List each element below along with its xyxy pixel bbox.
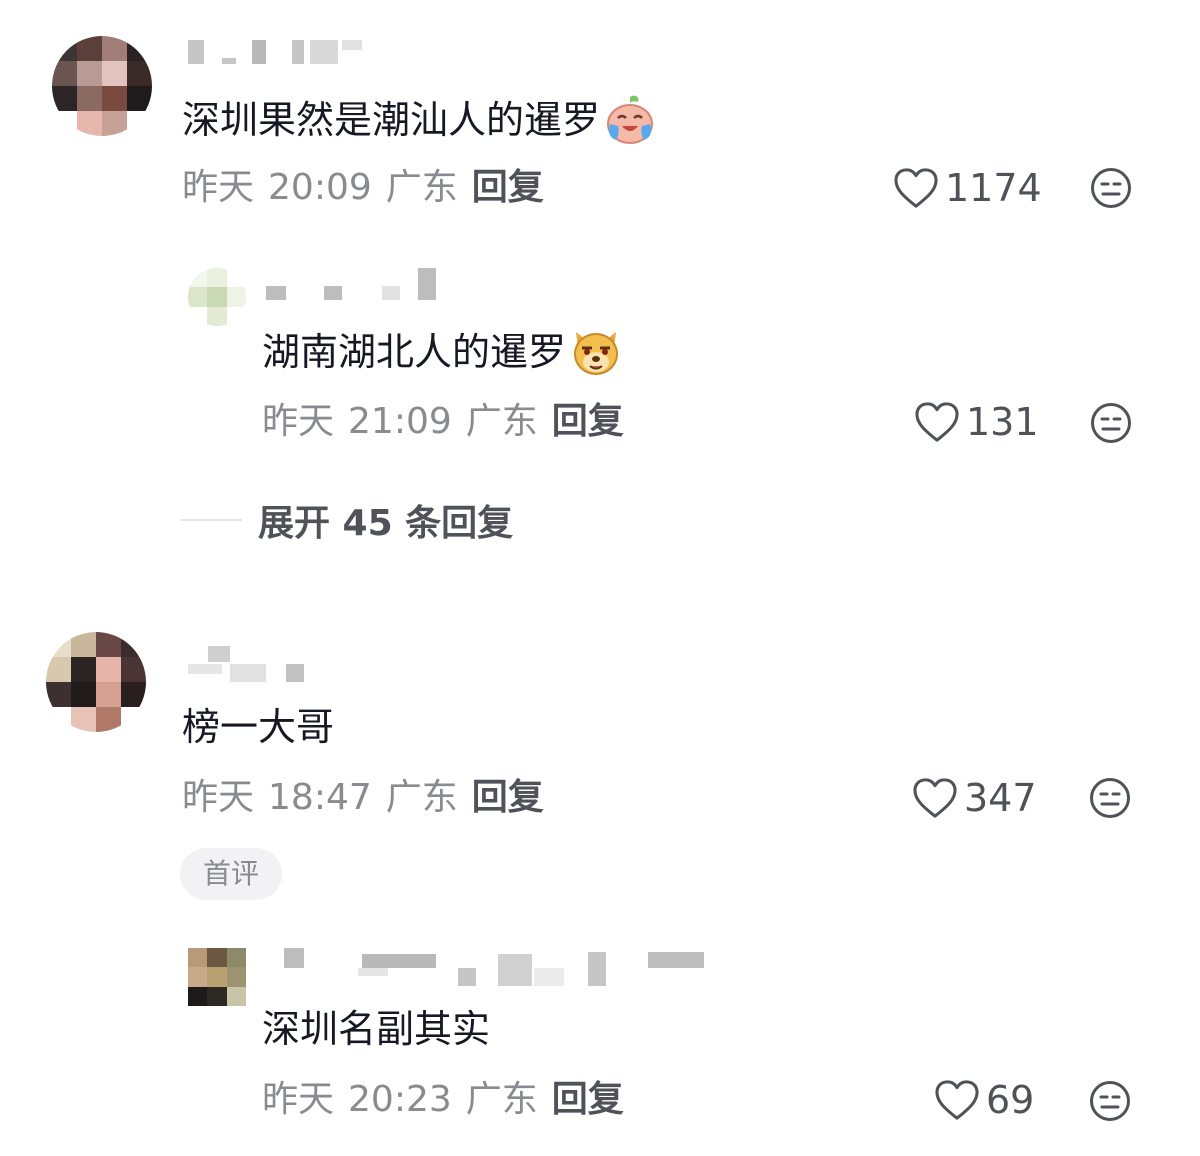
like-count: 1174 <box>945 166 1042 210</box>
comment-text-row: 深圳果然是潮汕人的暹罗 <box>182 94 656 146</box>
avatar[interactable] <box>188 948 246 1006</box>
comment-text: 深圳名副其实 <box>262 1007 491 1051</box>
comment-text-row: 榜一大哥 <box>182 704 334 750</box>
heart-outline-icon <box>894 168 938 208</box>
crying-laughing-emoji <box>607 95 654 144</box>
avatar[interactable] <box>46 632 146 732</box>
avatar[interactable] <box>52 36 152 136</box>
comment-text-row: 深圳名副其实 <box>262 1006 490 1052</box>
comment-time: 21:09 <box>348 401 452 442</box>
comment-date: 昨天 <box>182 167 255 208</box>
comment-location: 广东 <box>465 401 538 442</box>
comment-date: 昨天 <box>262 401 335 442</box>
reply-button[interactable]: 回复 <box>552 401 624 442</box>
like-count: 131 <box>966 400 1039 444</box>
comment-location: 广东 <box>385 777 458 818</box>
like-button[interactable]: 131 <box>914 400 1039 444</box>
username-blurred[interactable] <box>262 948 712 986</box>
comment-meta: 昨天 20:23 广东 回复 <box>262 1078 624 1122</box>
neutral-face-icon[interactable] <box>1090 402 1132 444</box>
comment-location: 广东 <box>385 167 458 208</box>
comment-text-row: 湖南湖北人的暹罗 <box>262 326 622 378</box>
smirking-dog-emoji <box>574 332 619 375</box>
comment-location: 广东 <box>465 1079 538 1120</box>
like-count: 347 <box>964 776 1037 820</box>
comment-text: 湖南湖北人的暹罗 <box>262 330 567 374</box>
neutral-face-icon[interactable] <box>1089 777 1131 819</box>
comment-time: 20:09 <box>268 167 372 208</box>
neutral-face-icon[interactable] <box>1090 167 1132 209</box>
heart-outline-icon <box>935 1080 979 1120</box>
comment-time: 20:23 <box>348 1079 452 1120</box>
comment-meta: 昨天 18:47 广东 回复 <box>182 776 544 820</box>
avatar[interactable] <box>188 268 246 326</box>
username-blurred[interactable] <box>182 34 362 64</box>
heart-outline-icon <box>913 778 957 818</box>
like-button[interactable]: 69 <box>934 1078 1034 1122</box>
comment-meta: 昨天 21:09 广东 回复 <box>262 400 624 444</box>
divider-line <box>180 519 242 521</box>
first-comment-badge: 首评 <box>180 848 282 900</box>
reply-button[interactable]: 回复 <box>472 777 544 818</box>
comment-meta: 昨天 20:09 广东 回复 <box>182 166 544 210</box>
comment-date: 昨天 <box>262 1079 335 1120</box>
expand-replies-button[interactable]: 展开 45 条回复 <box>180 494 513 546</box>
neutral-face-icon[interactable] <box>1089 1080 1131 1122</box>
like-button[interactable]: 347 <box>912 776 1037 820</box>
username-blurred[interactable] <box>182 646 312 682</box>
username-blurred[interactable] <box>262 268 442 300</box>
comment-text: 深圳果然是潮汕人的暹罗 <box>182 98 601 142</box>
expand-replies-label: 展开 45 条回复 <box>258 503 514 544</box>
comment-time: 18:47 <box>268 777 372 818</box>
comment-text: 榜一大哥 <box>182 705 335 749</box>
comment-date: 昨天 <box>182 777 255 818</box>
heart-outline-icon <box>915 402 959 442</box>
reply-button[interactable]: 回复 <box>472 167 544 208</box>
like-count: 69 <box>986 1078 1035 1122</box>
reply-button[interactable]: 回复 <box>552 1079 624 1120</box>
like-button[interactable]: 1174 <box>893 166 1042 210</box>
